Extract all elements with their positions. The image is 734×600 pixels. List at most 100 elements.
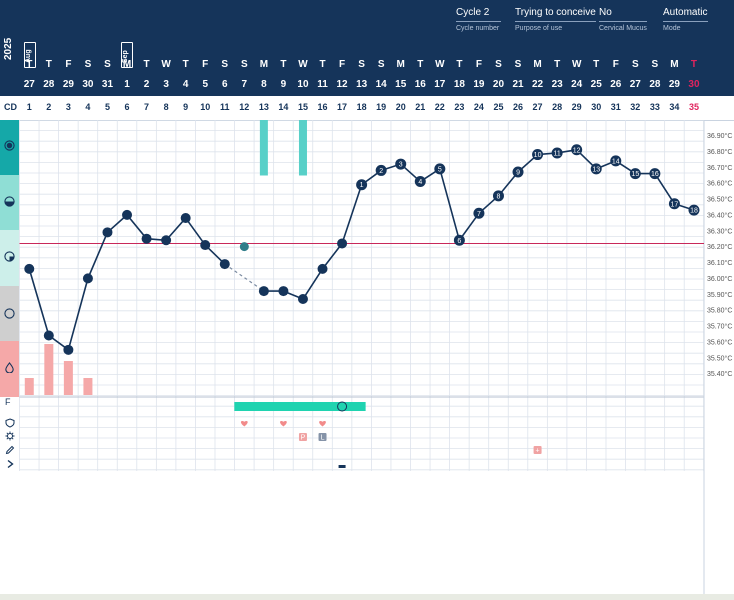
heart-icon bbox=[319, 421, 326, 427]
cycle-day-number: 17 bbox=[337, 102, 348, 112]
temperature-point-label: 4 bbox=[418, 179, 422, 186]
temperature-point bbox=[82, 273, 93, 284]
ovulation-peak-marker bbox=[337, 401, 348, 412]
cycle-day-number: 4 bbox=[85, 102, 91, 112]
cycle-day-number: 21 bbox=[415, 102, 426, 112]
weekday-label: S bbox=[514, 59, 522, 70]
date-label[interactable]: 30 bbox=[684, 79, 704, 90]
temperature-point-label: 17 bbox=[671, 201, 679, 208]
y-tick-label: 36.60°C bbox=[707, 180, 732, 188]
y-tick-label: 36.70°C bbox=[707, 164, 732, 172]
temperature-point-label: 15 bbox=[631, 171, 639, 178]
test-badge-label: P bbox=[301, 435, 306, 442]
date-label[interactable]: 18 bbox=[449, 79, 469, 90]
temperature-point-label: 14 bbox=[612, 158, 620, 165]
date-label[interactable]: 22 bbox=[528, 79, 548, 90]
date-label[interactable]: 28 bbox=[645, 79, 665, 90]
date-label[interactable]: 12 bbox=[332, 79, 352, 90]
date-label[interactable]: 1 bbox=[117, 79, 137, 90]
weekday-label: T bbox=[26, 59, 33, 70]
date-label[interactable]: 2 bbox=[137, 79, 157, 90]
y-tick-label: 35.70°C bbox=[707, 323, 732, 331]
date-label[interactable]: 29 bbox=[664, 79, 684, 90]
cycle-day-number: 13 bbox=[258, 102, 269, 112]
date-label[interactable]: 21 bbox=[508, 79, 528, 90]
date-label[interactable]: 30 bbox=[78, 79, 98, 90]
date-label[interactable]: 19 bbox=[469, 79, 489, 90]
test-badge-label: L bbox=[321, 435, 325, 442]
weekday-label: T bbox=[554, 59, 561, 70]
y-tick-label: 36.40°C bbox=[707, 211, 732, 219]
weekday-label: S bbox=[240, 59, 248, 70]
date-label[interactable]: 5 bbox=[195, 79, 215, 90]
y-tick-label: 35.80°C bbox=[707, 307, 732, 315]
mode-field[interactable]: Automatic Mode bbox=[663, 7, 708, 32]
temperature-point-label: 5 bbox=[438, 166, 442, 173]
temperature-point-excluded bbox=[239, 242, 249, 252]
date-label[interactable]: 20 bbox=[488, 79, 508, 90]
date-label[interactable]: 9 bbox=[273, 79, 293, 90]
temperature-point bbox=[43, 330, 54, 341]
date-label[interactable]: 27 bbox=[625, 79, 645, 90]
date-label[interactable]: 7 bbox=[234, 79, 254, 90]
cervical-mucus-field[interactable]: No Cervical Mucus bbox=[599, 7, 647, 32]
weekday-label: S bbox=[358, 59, 365, 70]
weekday-label: S bbox=[221, 59, 229, 70]
temperature-point bbox=[200, 240, 211, 251]
temperature-point-label: 3 bbox=[399, 162, 403, 169]
cycle-number-value: Cycle 2 bbox=[456, 7, 501, 22]
date-label[interactable]: 10 bbox=[293, 79, 313, 90]
cycle-day-number: 31 bbox=[610, 102, 621, 112]
y-tick-label: 36.20°C bbox=[707, 243, 732, 251]
date-label[interactable]: 28 bbox=[39, 79, 59, 90]
date-label[interactable]: 3 bbox=[156, 79, 176, 90]
cervical-mucus-bar bbox=[259, 120, 268, 176]
date-label[interactable]: 11 bbox=[313, 79, 333, 90]
temperature-point bbox=[337, 238, 348, 249]
date-label[interactable]: 8 bbox=[254, 79, 274, 90]
purpose-value: Trying to conceive bbox=[515, 7, 596, 22]
y-tick-label: 36.10°C bbox=[707, 259, 732, 267]
bleeding-bar bbox=[83, 378, 93, 395]
weekday-label: F bbox=[612, 59, 619, 70]
date-label[interactable]: 15 bbox=[391, 79, 411, 90]
cycle-number-field[interactable]: Cycle 2 Cycle number bbox=[456, 7, 501, 32]
y-tick-label: 36.30°C bbox=[707, 227, 732, 235]
cycle-day-number: 30 bbox=[591, 102, 602, 112]
weekday-label: M bbox=[396, 59, 405, 70]
date-label[interactable]: 16 bbox=[410, 79, 430, 90]
date-label[interactable]: 17 bbox=[430, 79, 450, 90]
temperature-point-label: 18 bbox=[690, 208, 698, 215]
temperature-point-label: 6 bbox=[457, 238, 461, 245]
date-label[interactable]: 29 bbox=[58, 79, 78, 90]
bleeding-bar bbox=[24, 378, 34, 395]
cycle-number-label: Cycle number bbox=[456, 25, 500, 32]
cycle-day-number: 14 bbox=[278, 102, 289, 112]
date-label[interactable]: 24 bbox=[567, 79, 587, 90]
date-label[interactable]: 31 bbox=[97, 79, 117, 90]
y-tick-label: 36.80°C bbox=[707, 148, 732, 156]
temperature-point bbox=[278, 286, 289, 297]
date-label[interactable]: 4 bbox=[176, 79, 196, 90]
date-label[interactable]: 13 bbox=[352, 79, 372, 90]
date-label[interactable]: 27 bbox=[19, 79, 39, 90]
cycle-day-label: CD bbox=[4, 102, 17, 112]
weekday-label: T bbox=[593, 59, 600, 70]
weekday-label: F bbox=[339, 59, 346, 70]
weekday-label: T bbox=[45, 59, 52, 70]
date-label[interactable]: 14 bbox=[371, 79, 391, 90]
date-label[interactable]: 6 bbox=[215, 79, 235, 90]
bleeding-bar bbox=[63, 361, 73, 395]
weekday-label: T bbox=[319, 59, 326, 70]
purpose-field[interactable]: Trying to conceive Purpose of use bbox=[515, 7, 596, 32]
heart-icon bbox=[240, 421, 248, 427]
date-label[interactable]: 26 bbox=[606, 79, 626, 90]
cycle-day-number: 8 bbox=[163, 102, 169, 112]
cervical-mucus-label: Cervical Mucus bbox=[599, 25, 647, 32]
date-label[interactable]: 25 bbox=[586, 79, 606, 90]
weekday-label: M bbox=[670, 59, 679, 70]
date-label[interactable]: 23 bbox=[547, 79, 567, 90]
bbt-chart: 36.90°C 36.80°C 36.70°C 36.60°C 36.50°C 36.40… bbox=[19, 120, 732, 594]
temperature-point-label: 10 bbox=[534, 152, 542, 159]
cycle-day-number: 16 bbox=[317, 102, 328, 112]
